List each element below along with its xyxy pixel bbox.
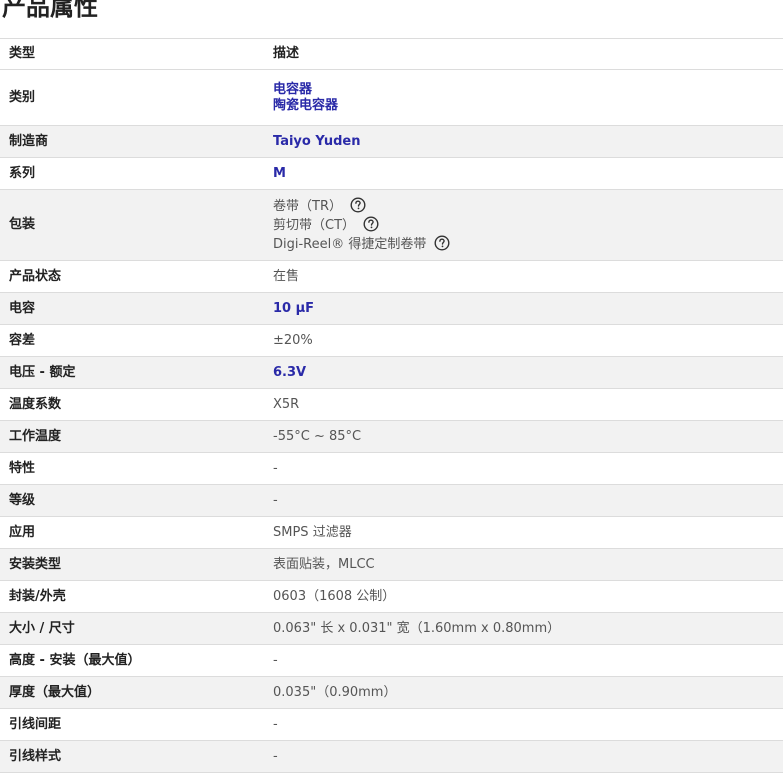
packaging-option-label: 卷带（TR） bbox=[273, 198, 342, 214]
packaging-option-label: Digi-Reel® 得捷定制卷带 bbox=[273, 236, 427, 252]
attr-value: 卷带（TR） 剪切带（CT） Digi-Reel® 得捷定制卷带 bbox=[264, 190, 783, 261]
attr-value: SMPS 过滤器 bbox=[273, 524, 352, 540]
table-row-lead-style: 引线样式 - bbox=[0, 740, 783, 773]
attr-label: 系列 bbox=[9, 165, 36, 181]
attr-value: 表面贴装，MLCC bbox=[273, 556, 375, 572]
table-row-series: 系列 M bbox=[0, 157, 783, 190]
table-row-features: 特性 - bbox=[0, 452, 783, 485]
attr-label: 高度 - 安装（最大值） bbox=[9, 652, 141, 668]
attr-label: 等级 bbox=[9, 492, 36, 508]
attr-label: 电容 bbox=[9, 300, 36, 316]
attr-value: - bbox=[273, 460, 278, 476]
table-row-operating-temp: 工作温度 -55°C ~ 85°C bbox=[0, 420, 783, 453]
attr-value: ±20% bbox=[273, 332, 313, 348]
table-row-capacitance: 电容 10 µF bbox=[0, 292, 783, 325]
attr-label: 产品状态 bbox=[9, 268, 62, 284]
attr-label: 应用 bbox=[9, 524, 36, 540]
attr-value: - bbox=[273, 748, 278, 764]
attr-label: 厚度（最大值） bbox=[9, 684, 101, 700]
voltage-link[interactable]: 6.3V bbox=[273, 365, 306, 380]
question-circle-icon[interactable] bbox=[363, 216, 379, 232]
attr-label: 引线样式 bbox=[9, 748, 62, 764]
table-row-applications: 应用 SMPS 过滤器 bbox=[0, 516, 783, 549]
manufacturer-link[interactable]: Taiyo Yuden bbox=[273, 134, 360, 149]
table-row-manufacturer: 制造商 Taiyo Yuden bbox=[0, 125, 783, 158]
attr-label: 大小 / 尺寸 bbox=[9, 620, 75, 636]
packaging-option-ct: 剪切带（CT） bbox=[273, 216, 783, 235]
attr-value: 电容器 陶瓷电容器 bbox=[264, 70, 783, 126]
attr-label: 封装/外壳 bbox=[9, 588, 66, 604]
question-circle-icon[interactable] bbox=[350, 197, 366, 213]
question-circle-icon[interactable] bbox=[434, 235, 450, 251]
attr-label: 容差 bbox=[9, 332, 36, 348]
table-row-category: 类别 电容器 陶瓷电容器 bbox=[0, 69, 783, 126]
attr-label: 温度系数 bbox=[9, 396, 62, 412]
attr-label: 制造商 bbox=[9, 133, 49, 149]
category-link-ceramic-capacitors[interactable]: 陶瓷电容器 bbox=[273, 98, 783, 114]
page-title: 产品属性 bbox=[2, 0, 98, 21]
description-column-header: 描述 bbox=[273, 46, 300, 61]
attr-label: 安装类型 bbox=[9, 556, 62, 572]
attr-value: 0.035"（0.90mm） bbox=[273, 684, 397, 700]
table-row-ratings: 等级 - bbox=[0, 484, 783, 517]
attr-value: 0.063" 长 x 0.031" 宽（1.60mm x 0.80mm） bbox=[273, 620, 561, 636]
table-row-size-dimension: 大小 / 尺寸 0.063" 长 x 0.031" 宽（1.60mm x 0.8… bbox=[0, 612, 783, 645]
product-attributes-page: 产品属性 类型 描述 类别 电容器 陶瓷电容器 制造商 Taiyo Yuden … bbox=[0, 0, 783, 783]
table-header-row: 类型 描述 bbox=[0, 38, 783, 70]
table-row-tolerance: 容差 ±20% bbox=[0, 324, 783, 357]
table-row-temp-coefficient: 温度系数 X5R bbox=[0, 388, 783, 421]
type-column-header: 类型 bbox=[9, 46, 36, 61]
table-row-mounting-type: 安装类型 表面贴装，MLCC bbox=[0, 548, 783, 581]
attr-value: - bbox=[273, 492, 278, 508]
product-attributes-table: 类型 描述 类别 电容器 陶瓷电容器 制造商 Taiyo Yuden 系列 M … bbox=[0, 38, 783, 773]
table-row-voltage-rated: 电压 - 额定 6.3V bbox=[0, 356, 783, 389]
table-row-thickness-max: 厚度（最大值） 0.035"（0.90mm） bbox=[0, 676, 783, 709]
attr-label: 引线间距 bbox=[9, 716, 62, 732]
table-row-height-seated: 高度 - 安装（最大值） - bbox=[0, 644, 783, 677]
table-row-packaging: 包装 卷带（TR） 剪切带（CT） Digi-Reel® 得捷定制卷带 bbox=[0, 189, 783, 261]
attr-value: - bbox=[273, 652, 278, 668]
table-row-package-case: 封装/外壳 0603（1608 公制） bbox=[0, 580, 783, 613]
category-link-capacitors[interactable]: 电容器 bbox=[273, 82, 783, 98]
attr-value: -55°C ~ 85°C bbox=[273, 428, 362, 444]
table-row-product-status: 产品状态 在售 bbox=[0, 260, 783, 293]
attr-value: 在售 bbox=[273, 268, 300, 284]
attr-value: - bbox=[273, 716, 278, 732]
capacitance-link[interactable]: 10 µF bbox=[273, 301, 314, 316]
attr-label: 特性 bbox=[9, 460, 36, 476]
attr-label: 工作温度 bbox=[9, 428, 62, 444]
attr-label: 类别 bbox=[9, 89, 36, 105]
attr-label: 包装 bbox=[9, 217, 36, 232]
packaging-option-tr: 卷带（TR） bbox=[273, 197, 783, 216]
series-link[interactable]: M bbox=[273, 166, 286, 181]
attr-label: 电压 - 额定 bbox=[9, 364, 76, 380]
attr-value: X5R bbox=[273, 396, 300, 412]
packaging-option-digireel: Digi-Reel® 得捷定制卷带 bbox=[273, 235, 783, 254]
attr-value: 0603（1608 公制） bbox=[273, 588, 396, 604]
table-row-lead-spacing: 引线间距 - bbox=[0, 708, 783, 741]
packaging-option-label: 剪切带（CT） bbox=[273, 217, 356, 233]
